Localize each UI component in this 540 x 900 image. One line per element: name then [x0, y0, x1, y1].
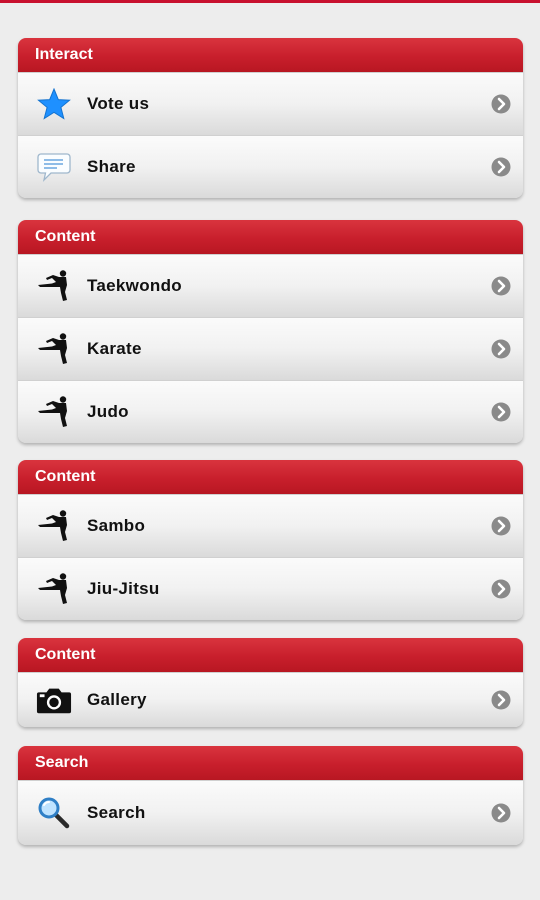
section-content-3: Content Gallery [18, 638, 523, 727]
section-header: Content [18, 638, 523, 672]
menu-item-label: Sambo [87, 516, 146, 535]
menu-item-label: Taekwondo [87, 276, 182, 295]
chevron-right-icon [491, 94, 511, 114]
section-header: Interact [18, 38, 523, 72]
section-search: Search Search [18, 746, 523, 845]
menu-item-karate[interactable]: Karate [18, 317, 523, 380]
section-header: Content [18, 460, 523, 494]
martial-artist-kick-icon [36, 333, 72, 365]
menu-item-label: Vote us [87, 94, 150, 113]
martial-artist-kick-icon [36, 573, 72, 605]
section-header: Search [18, 746, 523, 780]
menu-item-label: Search [87, 803, 146, 822]
menu-item-share[interactable]: Share [18, 135, 523, 198]
section-content-1: Content Taekwondo Karate Judo [18, 220, 523, 443]
chevron-right-icon [491, 803, 511, 823]
chevron-right-icon [491, 516, 511, 536]
menu-item-taekwondo[interactable]: Taekwondo [18, 254, 523, 317]
menu-item-judo[interactable]: Judo [18, 380, 523, 443]
section-interact: Interact Vote us Share [18, 38, 523, 198]
menu-item-vote-us[interactable]: Vote us [18, 72, 523, 135]
star-icon [36, 88, 72, 120]
section-content-2: Content Sambo Jiu-Jitsu [18, 460, 523, 620]
menu-item-jiu-jitsu[interactable]: Jiu-Jitsu [18, 557, 523, 620]
menu-item-search[interactable]: Search [18, 780, 523, 845]
menu-item-sambo[interactable]: Sambo [18, 494, 523, 557]
speech-bubble-icon [36, 151, 72, 183]
camera-icon [36, 684, 72, 716]
martial-artist-kick-icon [36, 270, 72, 302]
top-accent-bar [0, 0, 540, 3]
martial-artist-kick-icon [36, 510, 72, 542]
menu-item-gallery[interactable]: Gallery [18, 672, 523, 727]
section-header: Content [18, 220, 523, 254]
menu-item-label: Karate [87, 339, 142, 358]
magnifier-icon [36, 797, 72, 829]
menu-item-label: Jiu-Jitsu [87, 579, 160, 598]
menu-item-label: Judo [87, 402, 129, 421]
chevron-right-icon [491, 690, 511, 710]
chevron-right-icon [491, 276, 511, 296]
menu-item-label: Gallery [87, 690, 147, 709]
chevron-right-icon [491, 339, 511, 359]
menu-item-label: Share [87, 157, 136, 176]
chevron-right-icon [491, 157, 511, 177]
martial-artist-kick-icon [36, 396, 72, 428]
chevron-right-icon [491, 402, 511, 422]
chevron-right-icon [491, 579, 511, 599]
